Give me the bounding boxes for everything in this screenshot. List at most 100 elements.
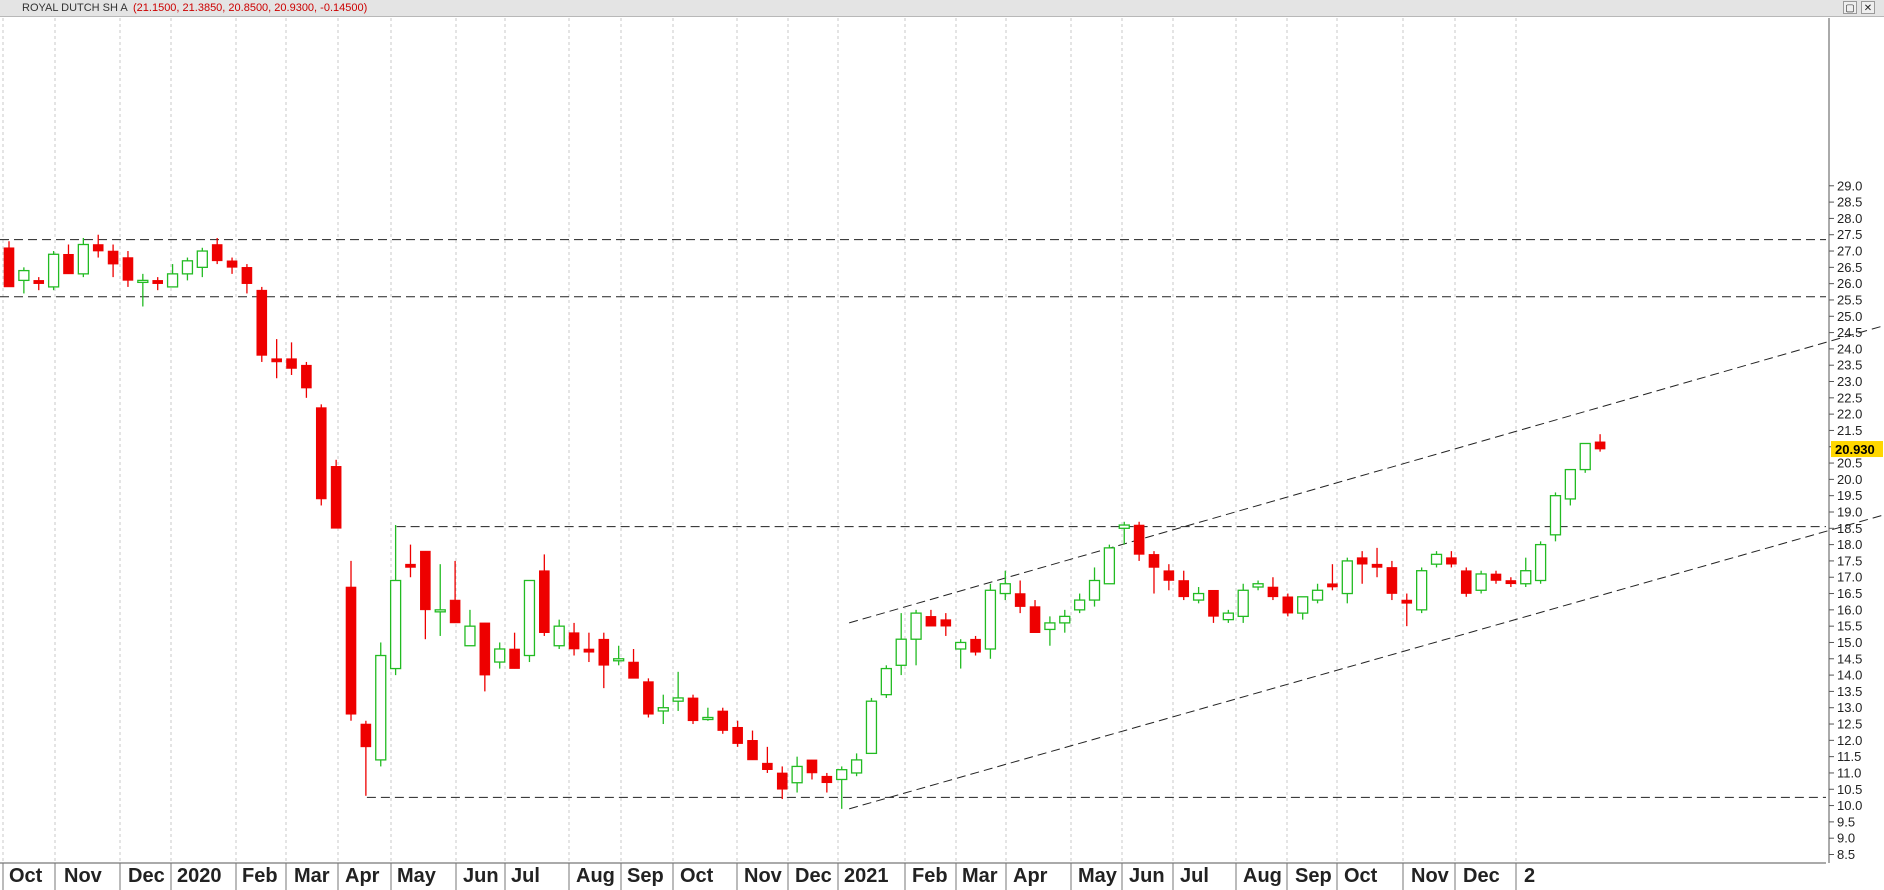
candle[interactable] <box>1386 560 1398 601</box>
candle[interactable] <box>598 632 610 689</box>
candle[interactable] <box>479 622 491 692</box>
candle[interactable] <box>509 632 520 669</box>
candle[interactable] <box>523 579 536 663</box>
candle[interactable] <box>1029 600 1041 633</box>
candle[interactable] <box>1014 580 1026 614</box>
candle[interactable] <box>776 766 788 800</box>
candle[interactable] <box>1490 570 1502 584</box>
candle[interactable] <box>1341 557 1353 604</box>
candle[interactable] <box>732 720 743 747</box>
candle[interactable] <box>1252 580 1264 591</box>
candle[interactable] <box>181 257 194 281</box>
candle[interactable] <box>672 671 684 711</box>
candle[interactable] <box>196 247 208 278</box>
candle[interactable] <box>360 720 372 796</box>
candle[interactable] <box>984 583 997 659</box>
candle[interactable] <box>717 707 729 734</box>
candle[interactable] <box>850 753 863 777</box>
candlestick-chart[interactable]: 29.028.528.027.527.026.526.025.525.024.5… <box>0 0 1884 890</box>
candle[interactable] <box>940 613 952 636</box>
candle[interactable] <box>1133 521 1145 561</box>
candle[interactable] <box>568 622 580 656</box>
candle[interactable] <box>1088 567 1101 607</box>
candle[interactable] <box>747 730 758 761</box>
candle[interactable] <box>1594 434 1606 452</box>
candle[interactable] <box>464 609 476 647</box>
candle[interactable] <box>1430 551 1443 568</box>
candle[interactable] <box>1044 616 1056 646</box>
candle[interactable] <box>1520 557 1532 588</box>
candle[interactable] <box>375 642 387 767</box>
candle[interactable] <box>1267 577 1279 601</box>
candle[interactable] <box>1192 587 1205 604</box>
candle[interactable] <box>1163 564 1175 591</box>
candle[interactable] <box>1222 609 1234 623</box>
candle[interactable] <box>256 286 268 362</box>
candle[interactable] <box>77 237 89 278</box>
candle[interactable] <box>63 244 74 275</box>
candle[interactable] <box>762 746 773 773</box>
candle[interactable] <box>1282 593 1294 617</box>
candle[interactable] <box>791 756 803 793</box>
candle[interactable] <box>1549 492 1562 542</box>
candle[interactable] <box>494 642 506 669</box>
candle[interactable] <box>1460 567 1472 597</box>
candle[interactable] <box>687 694 699 725</box>
candle[interactable] <box>1356 551 1368 584</box>
candle[interactable] <box>1505 577 1517 588</box>
candle[interactable] <box>925 609 937 627</box>
candle[interactable] <box>405 544 416 578</box>
candle[interactable] <box>3 241 15 288</box>
candle[interactable] <box>330 459 342 529</box>
candle[interactable] <box>955 639 967 669</box>
candle[interactable] <box>449 560 461 624</box>
candle[interactable] <box>1297 596 1309 620</box>
candle[interactable] <box>806 759 818 780</box>
candle[interactable] <box>970 635 981 656</box>
candle[interactable] <box>910 609 922 666</box>
candle[interactable] <box>301 361 312 398</box>
candle[interactable] <box>657 694 669 725</box>
candle[interactable] <box>107 244 119 278</box>
candle[interactable] <box>628 648 639 679</box>
candle[interactable] <box>1579 442 1591 473</box>
candle[interactable] <box>702 707 714 721</box>
candle[interactable] <box>315 404 327 506</box>
candle[interactable] <box>880 665 892 698</box>
candle[interactable] <box>33 277 45 291</box>
candle[interactable] <box>211 237 223 265</box>
candle[interactable] <box>137 273 149 307</box>
candle[interactable] <box>821 772 833 793</box>
candles-layer[interactable] <box>3 234 1606 809</box>
candle[interactable] <box>152 277 163 291</box>
candle[interactable] <box>1073 593 1086 614</box>
candle[interactable] <box>286 342 297 375</box>
candle[interactable] <box>1401 593 1413 627</box>
candle[interactable] <box>434 564 446 636</box>
candle[interactable] <box>92 234 104 258</box>
candle[interactable] <box>420 550 431 640</box>
candle[interactable] <box>539 554 550 636</box>
candle[interactable] <box>1118 521 1130 545</box>
candle[interactable] <box>1148 551 1160 594</box>
candle[interactable] <box>122 251 134 287</box>
candle[interactable] <box>583 632 595 663</box>
candle[interactable] <box>166 264 179 288</box>
candle[interactable] <box>1564 468 1576 506</box>
candle[interactable] <box>1371 547 1383 578</box>
candle[interactable] <box>865 697 878 755</box>
candle[interactable] <box>1208 589 1219 623</box>
candle[interactable] <box>643 678 654 718</box>
candle[interactable] <box>1416 567 1428 614</box>
candle[interactable] <box>1311 583 1324 604</box>
candle[interactable] <box>345 560 357 721</box>
candle[interactable] <box>613 645 625 666</box>
candle[interactable] <box>271 339 282 379</box>
candle[interactable] <box>1059 609 1071 633</box>
candle[interactable] <box>18 267 30 294</box>
candle[interactable] <box>1103 544 1116 585</box>
candle[interactable] <box>47 251 60 291</box>
candle[interactable] <box>999 570 1011 601</box>
candle[interactable] <box>1237 583 1249 623</box>
candle[interactable] <box>1327 564 1338 591</box>
